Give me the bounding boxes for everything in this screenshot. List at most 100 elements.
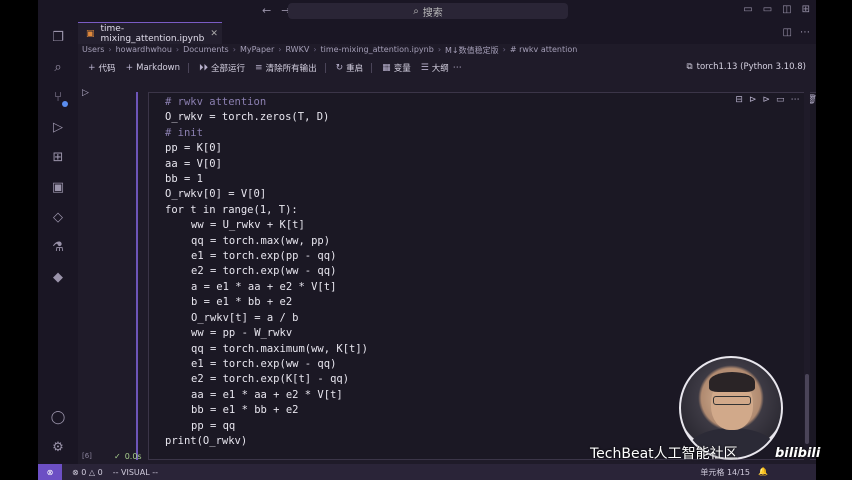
code-editor[interactable]: # rwkv attention O_rwkv = torch.zeros(T, … — [165, 95, 368, 449]
docker-icon[interactable]: ◆ — [50, 270, 66, 286]
variables-button[interactable]: ▦ 变量 — [382, 62, 411, 74]
kernel-icon: ⧉ — [686, 62, 693, 72]
customize-layout-icon[interactable]: ⊞ — [802, 4, 810, 15]
remote-icon: ⊗ — [46, 467, 54, 477]
breadcrumb-separator: › — [108, 45, 112, 54]
code-line[interactable]: print(O_rwkv) — [165, 434, 368, 449]
search-icon: ⌕ — [413, 5, 419, 17]
code-line[interactable]: qq = torch.max(ww, pp) — [165, 234, 368, 249]
more-cell-actions-icon[interactable]: ⋯ — [791, 95, 800, 109]
command-search-box[interactable]: ⌕ 搜索 — [288, 3, 568, 19]
breadcrumb-item[interactable]: Users — [82, 45, 104, 59]
variables-icon: ▦ — [382, 63, 391, 73]
breadcrumb-item[interactable]: RWKV — [285, 45, 309, 59]
tab-actions: ◫ ⋯ — [783, 27, 810, 38]
code-line[interactable]: O_rwkv = torch.zeros(T, D) — [165, 110, 368, 125]
explorer-icon[interactable]: ❐ — [50, 30, 66, 46]
code-line[interactable]: O_rwkv[0] = V[0] — [165, 187, 368, 202]
code-line[interactable]: aa = V[0] — [165, 157, 368, 172]
account-icon[interactable]: ◯ — [50, 410, 66, 426]
run-all-button[interactable]: ⏵⏵ 全部运行 — [199, 62, 245, 74]
breadcrumb-item[interactable]: Documents — [183, 45, 229, 59]
sidebar-toggle-icon[interactable]: ▭ — [743, 4, 752, 15]
code-line[interactable]: e2 = torch.exp(ww - qq) — [165, 264, 368, 279]
search-icon[interactable]: ⌕ — [50, 60, 66, 76]
status-bar: ⊗ ⊗ 0 △ 0 -- VISUAL -- 单元格 14/15 🔔 — [38, 464, 816, 480]
panel-toggle-icon[interactable]: ▭ — [763, 4, 772, 15]
split-cell-icon[interactable]: ▭ — [776, 95, 785, 109]
settings-gear-icon[interactable]: ⚙ — [50, 440, 66, 456]
close-icon[interactable]: ✕ — [210, 29, 218, 39]
code-line[interactable]: # init — [165, 126, 368, 141]
breadcrumb-item[interactable]: # rwkv attention — [510, 45, 577, 59]
cell-position[interactable]: 单元格 14/15 — [700, 467, 750, 478]
restart-icon: ↻ — [335, 63, 344, 73]
breadcrumb-separator: › — [437, 45, 442, 54]
breadcrumb-item[interactable]: M↓数值稳定版 — [445, 45, 499, 59]
outline-button[interactable]: ☰ 大纲 — [421, 62, 449, 74]
more-toolbar-icon[interactable]: ⋯ — [453, 63, 462, 73]
code-line[interactable]: e1 = torch.exp(ww - qq) — [165, 357, 368, 372]
code-line[interactable]: # rwkv attention — [165, 95, 368, 110]
source-control-badge — [62, 101, 68, 107]
run-debug-icon[interactable]: ▷ — [50, 120, 66, 136]
run-by-line-icon[interactable]: ⊟ — [735, 95, 743, 109]
code-line[interactable]: for t in range(1, T): — [165, 203, 368, 218]
clear-outputs-button[interactable]: ≡ 清除所有输出 — [255, 62, 317, 74]
code-line[interactable]: b = e1 * bb + e2 — [165, 295, 368, 310]
code-line[interactable]: aa = e1 * aa + e2 * V[t] — [165, 388, 368, 403]
code-line[interactable]: pp = qq — [165, 419, 368, 434]
plus-icon: + — [88, 63, 96, 73]
run-cell-icon[interactable]: ▷ — [82, 88, 89, 98]
breadcrumb-item[interactable]: howardhwhou — [116, 45, 172, 59]
code-line[interactable]: e2 = torch.exp(K[t] - qq) — [165, 372, 368, 387]
extensions-icon[interactable]: ⊞ — [50, 150, 66, 166]
breadcrumb-separator: › — [232, 45, 236, 54]
outline-icon: ☰ — [420, 63, 429, 73]
source-control-icon[interactable]: ⑂ — [50, 90, 68, 107]
clear-icon: ≡ — [255, 63, 263, 73]
scrollbar-thumb[interactable] — [805, 374, 809, 444]
code-line[interactable]: a = e1 * aa + e2 * V[t] — [165, 280, 368, 295]
kernel-picker[interactable]: ⧉ torch1.13 (Python 3.10.8) — [687, 62, 806, 72]
remote-explorer-icon[interactable]: ▣ — [50, 180, 66, 196]
add-code-button[interactable]: + 代码 — [88, 62, 116, 74]
code-line[interactable]: pp = K[0] — [165, 141, 368, 156]
editor-scrollbar[interactable] — [804, 78, 810, 464]
code-line[interactable]: bb = 1 — [165, 172, 368, 187]
tab-notebook[interactable]: ▣ time-mixing_attention.ipynb ✕ — [78, 22, 222, 44]
back-arrow-icon[interactable]: ← — [262, 4, 271, 17]
code-line[interactable]: qq = torch.maximum(ww, K[t]) — [165, 342, 368, 357]
run-all-icon: ⏵⏵ — [199, 63, 209, 73]
notification-bell-icon[interactable]: 🔔 — [758, 467, 768, 478]
restart-button[interactable]: ↻ 重启 — [336, 62, 364, 74]
activity-bar: ❐ ⌕ ⑂ ▷ ⊞ ▣ ◇ ⚗ ◆ ◯ ⚙ — [38, 22, 78, 464]
more-actions-icon[interactable]: ⋯ — [800, 27, 810, 38]
breadcrumb-item[interactable]: time-mixing_attention.ipynb — [321, 45, 434, 59]
execution-count: [6] — [82, 452, 92, 460]
breadcrumb-item[interactable]: MyPaper — [240, 45, 274, 59]
toolbar-divider — [371, 63, 373, 73]
kernel-label: torch1.13 (Python 3.10.8) — [696, 62, 806, 72]
restart-label: 重启 — [346, 64, 364, 74]
cell-focus-indicator — [136, 92, 138, 460]
code-line[interactable]: ww = U_rwkv + K[t] — [165, 218, 368, 233]
search-label: 搜索 — [422, 7, 443, 19]
add-code-label: 代码 — [98, 64, 116, 74]
problems-indicator[interactable]: ⊗ 0 △ 0 — [72, 468, 103, 477]
code-line[interactable]: ww = pp - W_rwkv — [165, 326, 368, 341]
code-line[interactable]: O_rwkv[t] = a / b — [165, 311, 368, 326]
code-line[interactable]: bb = e1 * bb + e2 — [165, 403, 368, 418]
remote-indicator[interactable]: ⊗ — [38, 464, 62, 480]
testing-icon[interactable]: ⚗ — [50, 240, 66, 256]
execute-above-icon[interactable]: ⊳ — [749, 95, 757, 109]
split-layout-icon[interactable]: ◫ — [782, 4, 791, 15]
toolbar-divider — [324, 63, 326, 73]
code-line[interactable]: e1 = torch.exp(pp - qq) — [165, 249, 368, 264]
execution-time: 0.0s — [124, 452, 142, 461]
execute-below-icon[interactable]: ⊳ — [763, 95, 771, 109]
jupyter-icon[interactable]: ◇ — [50, 210, 66, 226]
add-markdown-button[interactable]: + Markdown — [126, 63, 180, 73]
breadcrumb-separator: › — [175, 45, 180, 54]
split-editor-icon[interactable]: ◫ — [783, 27, 792, 38]
